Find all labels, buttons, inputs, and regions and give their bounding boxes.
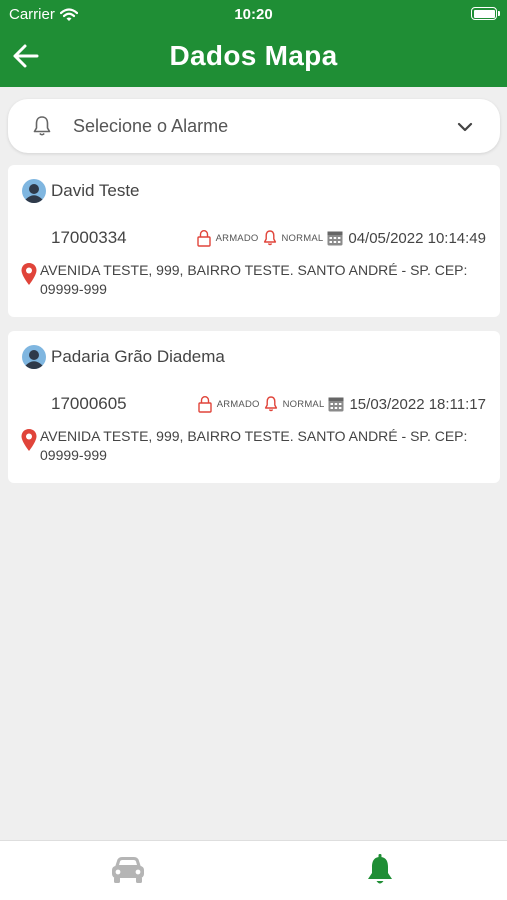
- bell-icon[interactable]: [364, 853, 396, 887]
- location-pin-icon: [21, 263, 37, 285]
- calendar-icon: [328, 397, 344, 412]
- card-datetime: 04/05/2022 10:14:49: [348, 229, 486, 247]
- page-title: Dados Mapa: [169, 40, 338, 71]
- armed-label: ARMADO: [215, 232, 259, 244]
- location-pin-icon: [21, 429, 37, 451]
- card-name: David Teste: [51, 181, 140, 200]
- card-name: Padaria Grão Diadema: [51, 347, 225, 366]
- alarm-card[interactable]: Padaria Grão Diadema 17000605 ARMADO NOR…: [8, 331, 500, 483]
- status-bar: Carrier 10:20: [0, 0, 507, 28]
- armed-label: ARMADO: [216, 398, 260, 410]
- bell-alert-icon: [264, 396, 277, 412]
- bell-alert-icon: [263, 230, 276, 246]
- card-datetime: 15/03/2022 18:11:17: [349, 395, 486, 413]
- card-address: AVENIDA TESTE, 999, BAIRRO TESTE. SANTO …: [40, 428, 468, 463]
- app-header: Carrier 10:20 Dados Mapa: [0, 0, 507, 87]
- padlock-icon: [198, 396, 212, 413]
- card-code: 17000334: [51, 228, 127, 247]
- user-avatar-icon: [22, 179, 46, 203]
- padlock-icon: [196, 230, 211, 247]
- status-row: ARMADO NORMAL 15/03/2022 18:11:17: [197, 393, 486, 415]
- bell-outline-icon: [33, 116, 51, 136]
- status-row: ARMADO NORMAL 04/05/2022 10:14:49: [196, 227, 486, 249]
- bottom-tab-bar: [0, 840, 507, 900]
- car-icon[interactable]: [109, 853, 147, 887]
- clock: 10:20: [234, 6, 273, 23]
- battery-icon: [471, 7, 500, 20]
- state-label: NORMAL: [282, 398, 325, 410]
- alarm-select-placeholder: Selecione o Alarme: [73, 116, 229, 136]
- alarm-card[interactable]: David Teste 17000334 ARMADO NORMAL 04/05…: [8, 165, 500, 317]
- calendar-icon: [327, 231, 343, 246]
- card-code: 17000605: [51, 394, 127, 413]
- user-avatar-icon: [22, 345, 46, 369]
- card-address: AVENIDA TESTE, 999, BAIRRO TESTE. SANTO …: [40, 262, 468, 297]
- chevron-down-icon[interactable]: [456, 118, 474, 136]
- alarm-select[interactable]: Selecione o Alarme: [8, 99, 500, 153]
- state-label: NORMAL: [281, 232, 324, 244]
